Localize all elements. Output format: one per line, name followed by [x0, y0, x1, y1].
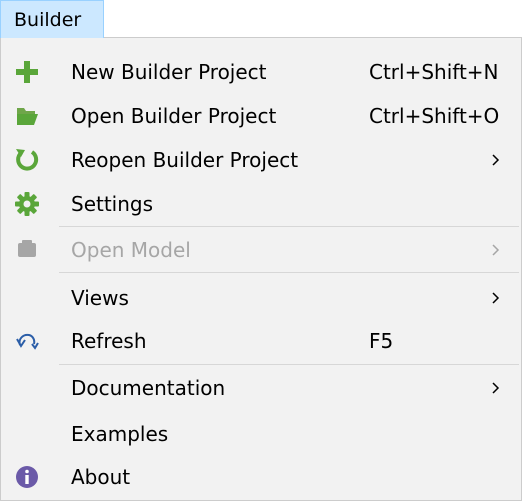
- menu-item-reopen-builder-project[interactable]: Reopen Builder Project: [1, 138, 521, 182]
- builder-dropdown-menu: New Builder Project Ctrl+Shift+N Open Bu…: [0, 37, 522, 501]
- menu-item-label: New Builder Project: [71, 60, 267, 84]
- chevron-right-icon: [492, 382, 500, 394]
- chevron-right-icon: [492, 154, 500, 166]
- menu-item-shortcut: Ctrl+Shift+N: [369, 60, 499, 84]
- chevron-right-icon: [492, 244, 500, 256]
- chevron-right-icon: [492, 292, 500, 304]
- plus-icon: [16, 61, 38, 83]
- model-icon: [18, 240, 36, 257]
- menubar-builder[interactable]: Builder: [0, 0, 104, 38]
- menu-item-documentation[interactable]: Documentation: [1, 366, 521, 410]
- folder-open-icon: [17, 108, 38, 125]
- menu-item-settings[interactable]: Settings: [1, 182, 521, 226]
- menu-item-label: Documentation: [71, 376, 226, 400]
- menu-item-open-model[interactable]: Open Model: [1, 228, 521, 272]
- menu-item-about[interactable]: About: [1, 455, 521, 499]
- menu-separator: [59, 226, 519, 227]
- menu-item-label: Refresh: [71, 329, 147, 353]
- menu-item-open-builder-project[interactable]: Open Builder Project Ctrl+Shift+O: [1, 94, 521, 138]
- menu-item-shortcut: Ctrl+Shift+O: [369, 104, 500, 128]
- menu-item-label: About: [71, 465, 131, 489]
- menu-item-examples[interactable]: Examples: [1, 412, 521, 456]
- info-icon: [16, 466, 38, 488]
- reopen-icon: [16, 149, 39, 171]
- menu-item-label: Open Model: [71, 238, 191, 262]
- menu-item-label: Examples: [71, 422, 169, 446]
- refresh-icon: [16, 333, 39, 350]
- menu-item-new-builder-project[interactable]: New Builder Project Ctrl+Shift+N: [1, 50, 521, 94]
- menu-item-views[interactable]: Views: [1, 276, 521, 320]
- menu-item-shortcut: F5: [369, 329, 394, 353]
- menu-separator: [59, 364, 519, 365]
- gear-icon: [15, 192, 39, 216]
- menu-item-label: Open Builder Project: [71, 104, 277, 128]
- menu-item-label: Views: [71, 286, 129, 310]
- menu-item-label: Reopen Builder Project: [71, 148, 299, 172]
- menu-separator: [59, 272, 519, 273]
- menu-item-label: Settings: [71, 192, 154, 216]
- menu-item-refresh[interactable]: Refresh F5: [1, 319, 521, 363]
